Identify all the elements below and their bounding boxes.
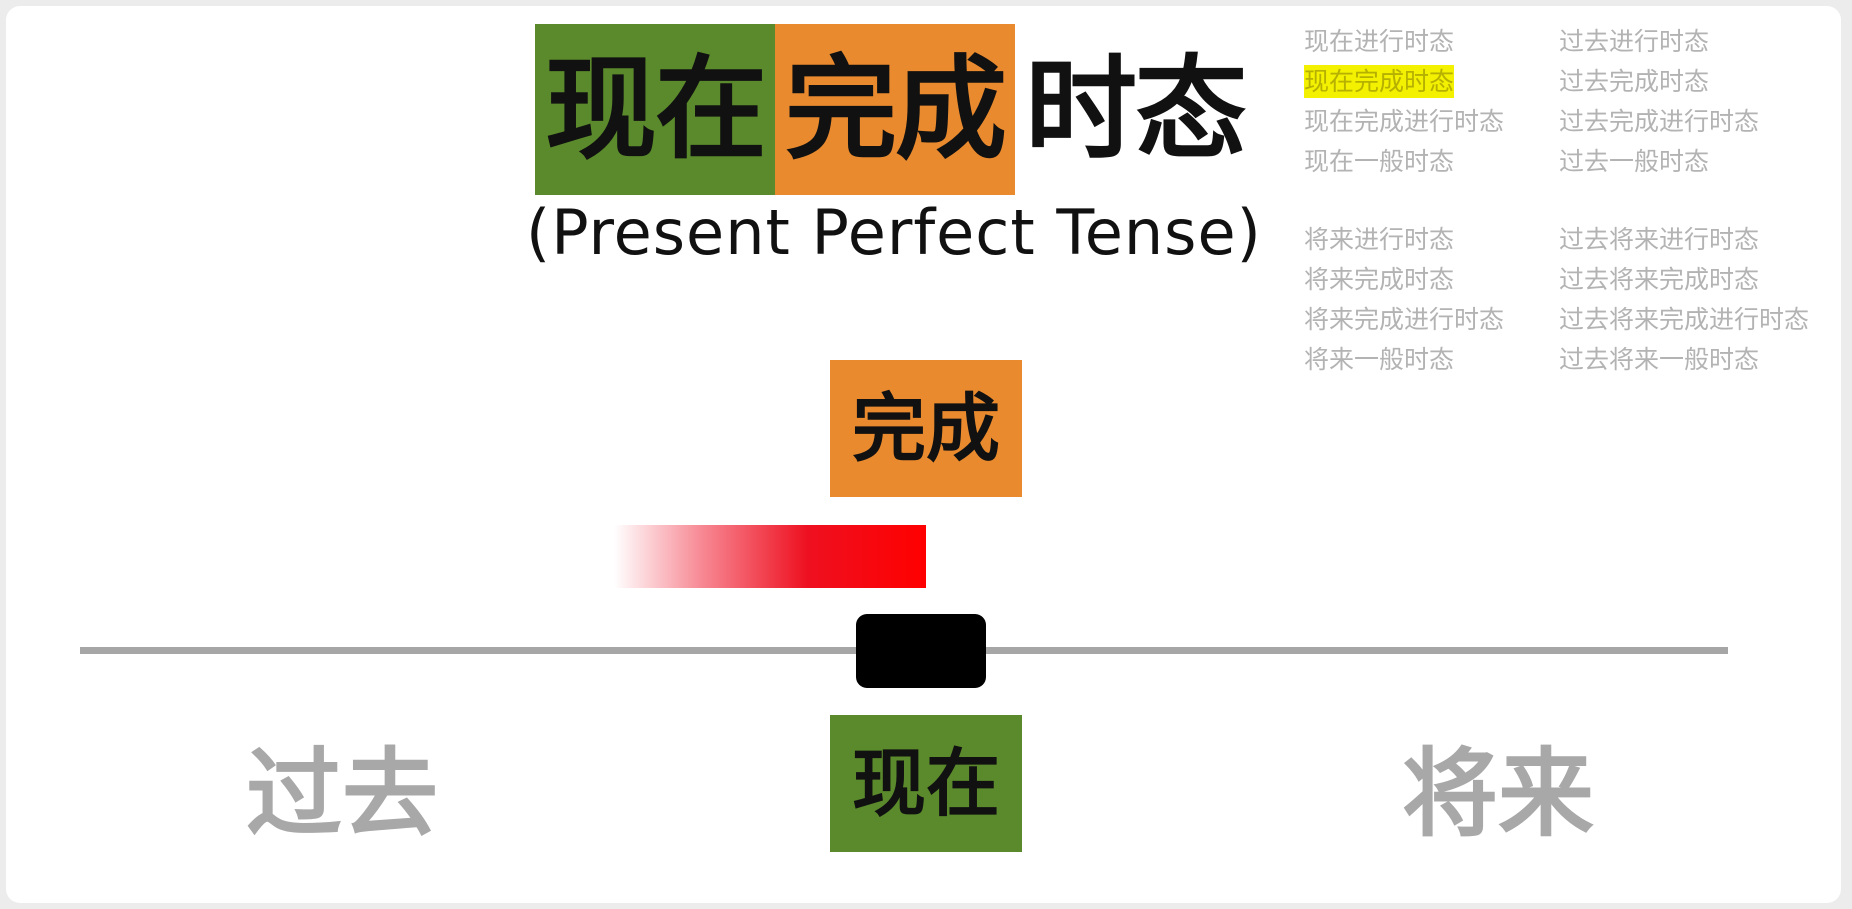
future-label: 将来 [1402, 737, 1594, 850]
tense-list-future: 将来进行时态 将来完成时态 将来完成进行时态 将来一般时态 [1304, 220, 1504, 380]
tense-list-past-future: 过去将来进行时态 过去将来完成时态 过去将来完成进行时态 过去将来一般时态 [1559, 220, 1809, 380]
tense-item: 现在一般时态 [1304, 147, 1455, 176]
tense-item: 过去将来完成进行时态 [1559, 305, 1810, 334]
perfect-aspect-badge: 完成 [830, 360, 1022, 497]
tense-item: 过去将来进行时态 [1559, 225, 1760, 254]
title-tense-segment: 时态 [1025, 43, 1247, 175]
slide-canvas: 现在 完成 时态 (Present Perfect Tense) 现在进行时态 … [6, 6, 1841, 903]
title-present-segment: 现在 [535, 24, 775, 195]
tense-item: 过去将来一般时态 [1559, 345, 1760, 374]
title-perfect-segment: 完成 [775, 24, 1015, 195]
english-subtitle: (Present Perfect Tense) [526, 196, 1262, 269]
tense-item: 将来一般时态 [1304, 345, 1455, 374]
now-marker [856, 614, 986, 688]
tense-list-present: 现在进行时态 现在完成时态 现在完成进行时态 现在一般时态 [1304, 22, 1504, 182]
tense-item: 现在完成进行时态 [1304, 107, 1505, 136]
tense-item: 过去完成时态 [1559, 67, 1710, 96]
tense-list-past: 过去进行时态 过去完成时态 过去完成进行时态 过去一般时态 [1559, 22, 1759, 182]
past-label: 过去 [246, 737, 438, 850]
tense-item-highlighted: 现在完成时态 [1304, 62, 1504, 102]
tense-item: 过去进行时态 [1559, 27, 1710, 56]
title: 现在 完成 时态 [535, 24, 1255, 195]
tense-item: 将来完成进行时态 [1304, 305, 1505, 334]
duration-bar [614, 525, 926, 588]
tense-item: 过去完成进行时态 [1559, 107, 1760, 136]
tense-item: 将来进行时态 [1304, 225, 1455, 254]
tense-item: 现在进行时态 [1304, 27, 1455, 56]
tense-item: 过去一般时态 [1559, 147, 1710, 176]
tense-item: 过去将来完成时态 [1559, 265, 1760, 294]
tense-item: 将来完成时态 [1304, 265, 1455, 294]
highlight-mark: 现在完成时态 [1304, 65, 1455, 98]
now-badge: 现在 [830, 715, 1022, 852]
